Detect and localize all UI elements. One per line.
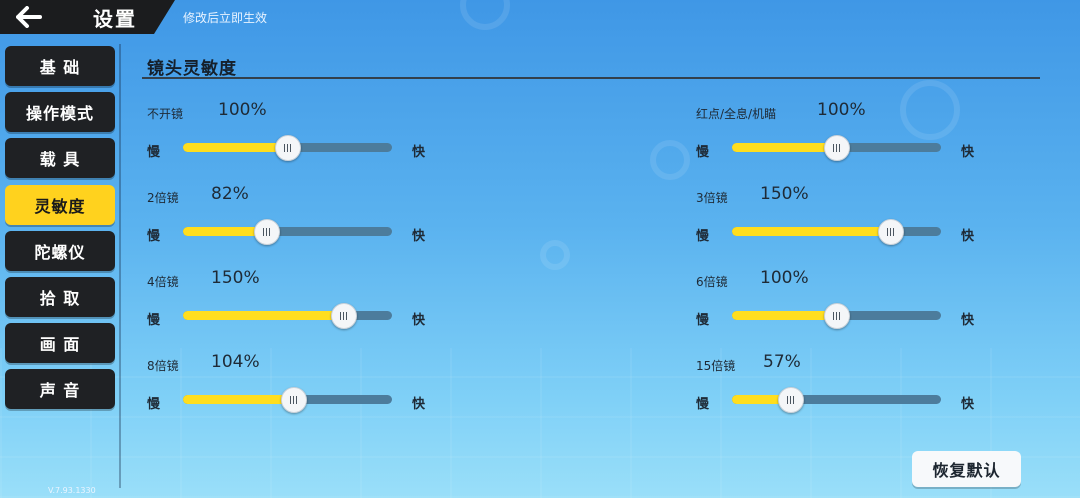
- slider-label: 6倍镜: [696, 275, 728, 289]
- slider-track[interactable]: [183, 303, 392, 329]
- slider-label: 4倍镜: [147, 275, 179, 289]
- sidebar-item-graphics[interactable]: 画 面: [5, 323, 115, 364]
- sidebar: 基 础 操作模式 载 具 灵敏度 陀螺仪 拾 取 画 面 声 音: [5, 46, 115, 416]
- back-button[interactable]: [14, 4, 44, 30]
- background-ring: [650, 140, 690, 180]
- slider-handle[interactable]: [823, 135, 850, 161]
- slider-value: 57%: [763, 352, 801, 372]
- slow-label: 慢: [696, 313, 710, 328]
- slow-label: 慢: [147, 145, 161, 160]
- sidebar-item-gyroscope[interactable]: 陀螺仪: [5, 230, 115, 271]
- fast-label: 快: [412, 229, 426, 244]
- slider-label: 3倍镜: [696, 191, 728, 205]
- slider-value: 150%: [760, 184, 809, 204]
- header-hint: 修改后立即生效: [183, 11, 268, 25]
- slow-label: 慢: [696, 397, 710, 412]
- slider-group: 2倍镜 82% 慢 快: [147, 184, 437, 254]
- slider-value: 104%: [211, 352, 260, 372]
- fast-label: 快: [412, 145, 426, 160]
- slider-track[interactable]: [183, 219, 392, 245]
- slider-handle[interactable]: [280, 387, 307, 413]
- slider-fill: [732, 143, 837, 152]
- slider-handle[interactable]: [777, 387, 804, 413]
- slow-label: 慢: [147, 229, 161, 244]
- slider-handle[interactable]: [253, 219, 280, 245]
- slider-value: 150%: [211, 268, 260, 288]
- fast-label: 快: [961, 145, 975, 160]
- sidebar-divider: [119, 44, 121, 488]
- background-ring: [460, 0, 510, 30]
- sidebar-item-basic[interactable]: 基 础: [5, 46, 115, 86]
- slider-value: 100%: [218, 100, 267, 120]
- slider-group: 4倍镜 150% 慢 快: [147, 268, 437, 338]
- slider-group: 不开镜 100% 慢 快: [147, 100, 437, 170]
- slider-fill: [732, 227, 891, 236]
- background-ring: [540, 240, 570, 270]
- slider-track[interactable]: [183, 387, 392, 413]
- slider-label: 15倍镜: [696, 359, 736, 373]
- sidebar-item-sound[interactable]: 声 音: [5, 369, 115, 410]
- slider-fill: [183, 143, 288, 152]
- sidebar-item-pickup[interactable]: 拾 取: [5, 276, 115, 317]
- header-bar: 设置: [0, 0, 175, 34]
- fast-label: 快: [961, 313, 975, 328]
- slider-handle[interactable]: [274, 135, 301, 161]
- slow-label: 慢: [696, 145, 710, 160]
- slider-group: 红点/全息/机瞄 100% 慢 快: [696, 100, 986, 170]
- slider-handle[interactable]: [877, 219, 904, 245]
- sidebar-item-sensitivity[interactable]: 灵敏度: [5, 184, 115, 225]
- slider-label: 红点/全息/机瞄: [696, 107, 777, 121]
- slider-fill: [732, 311, 837, 320]
- fast-label: 快: [961, 397, 975, 412]
- fast-label: 快: [961, 229, 975, 244]
- slider-group: 3倍镜 150% 慢 快: [696, 184, 986, 254]
- slider-track[interactable]: [732, 219, 941, 245]
- slider-track[interactable]: [732, 303, 941, 329]
- page-title: 设置: [93, 7, 137, 31]
- slider-handle[interactable]: [330, 303, 357, 329]
- slider-group: 8倍镜 104% 慢 快: [147, 352, 437, 422]
- slow-label: 慢: [147, 313, 161, 328]
- slider-fill: [183, 395, 294, 404]
- section-divider: [142, 77, 1040, 79]
- slider-handle[interactable]: [823, 303, 850, 329]
- slow-label: 慢: [696, 229, 710, 244]
- slider-track[interactable]: [183, 135, 392, 161]
- slider-group: 6倍镜 100% 慢 快: [696, 268, 986, 338]
- section-title: 镜头灵敏度: [147, 59, 237, 79]
- slider-value: 82%: [211, 184, 249, 204]
- slider-value: 100%: [760, 268, 809, 288]
- slider-track[interactable]: [732, 387, 941, 413]
- slow-label: 慢: [147, 397, 161, 412]
- arrow-left-icon: [16, 6, 42, 28]
- sidebar-item-control-mode[interactable]: 操作模式: [5, 92, 115, 133]
- slider-value: 100%: [817, 100, 866, 120]
- version-text: V.7.93.1330: [48, 486, 96, 495]
- fast-label: 快: [412, 397, 426, 412]
- slider-label: 不开镜: [147, 107, 184, 121]
- slider-track[interactable]: [732, 135, 941, 161]
- fast-label: 快: [412, 313, 426, 328]
- sidebar-item-vehicle[interactable]: 载 具: [5, 138, 115, 179]
- slider-group: 15倍镜 57% 慢 快: [696, 352, 986, 422]
- slider-label: 2倍镜: [147, 191, 179, 205]
- reset-default-button[interactable]: 恢复默认: [912, 451, 1021, 487]
- slider-label: 8倍镜: [147, 359, 179, 373]
- slider-fill: [183, 311, 344, 320]
